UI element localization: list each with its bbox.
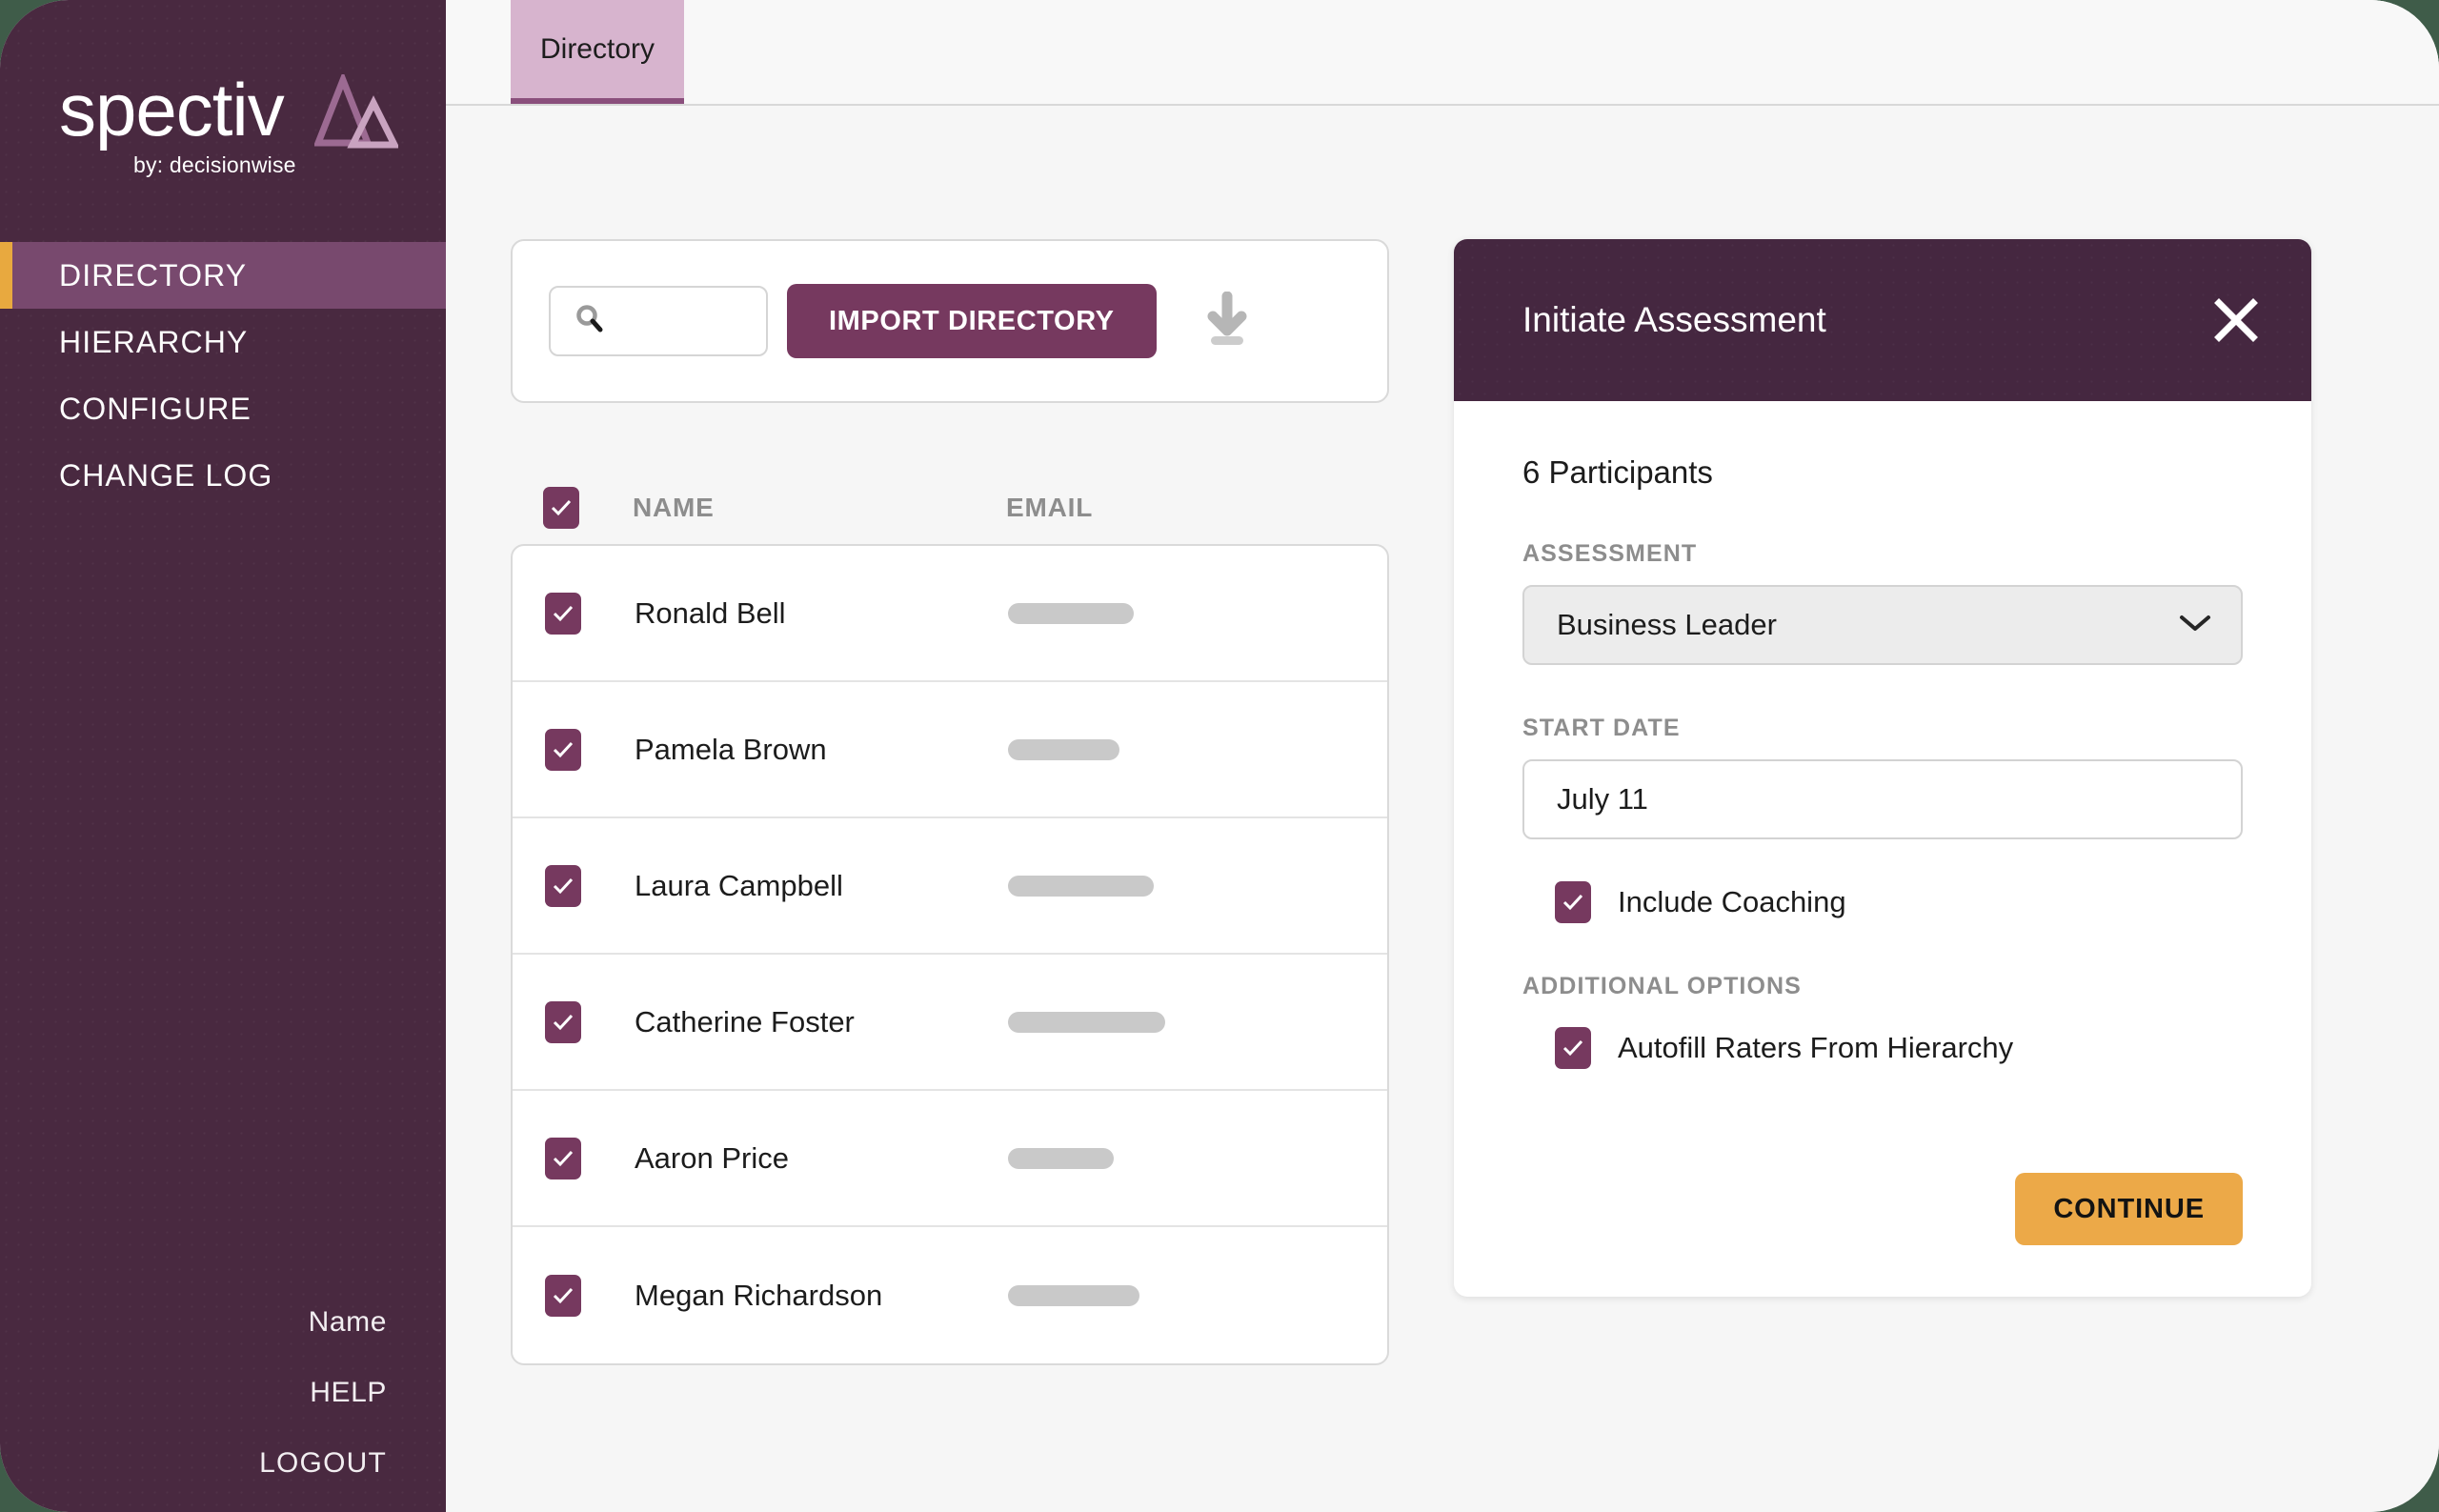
close-icon[interactable] bbox=[2207, 291, 2266, 350]
chevron-down-icon bbox=[2178, 613, 2212, 638]
sidebar-nav: DIRECTORY HIERARCHY CONFIGURE CHANGE LOG bbox=[0, 242, 446, 509]
search-field[interactable] bbox=[549, 286, 768, 356]
help-link[interactable]: HELP bbox=[0, 1379, 387, 1407]
table-row[interactable]: Megan Richardson bbox=[513, 1227, 1387, 1363]
include-coaching-checkbox[interactable] bbox=[1555, 881, 1591, 923]
select-all-checkbox[interactable] bbox=[543, 487, 579, 529]
directory-table: Ronald Bell Pamela Brown Laura Campbell … bbox=[511, 544, 1389, 1365]
app-window: spectiv by: decisionwise DIRECTORY HIERA… bbox=[0, 0, 2439, 1512]
panel-title: Initiate Assessment bbox=[1522, 300, 1826, 339]
row-email bbox=[1008, 602, 1387, 624]
autofill-raters-label: Autofill Raters From Hierarchy bbox=[1618, 1031, 2014, 1064]
autofill-raters-checkbox[interactable] bbox=[1555, 1027, 1591, 1069]
row-email bbox=[1008, 1284, 1387, 1306]
redacted-email bbox=[1008, 1147, 1114, 1169]
additional-options-label: ADDITIONAL OPTIONS bbox=[1522, 973, 1802, 999]
start-date-field[interactable] bbox=[1522, 759, 2243, 839]
redacted-email bbox=[1008, 1284, 1139, 1306]
row-name: Laura Campbell bbox=[635, 868, 843, 902]
brand-name: spectiv bbox=[59, 68, 285, 151]
include-coaching-row[interactable]: Include Coaching bbox=[1522, 881, 2243, 923]
row-name: Aaron Price bbox=[635, 1140, 789, 1175]
start-date-label: START DATE bbox=[1522, 715, 1681, 741]
sidebar-item-directory[interactable]: DIRECTORY bbox=[0, 242, 446, 309]
directory-toolbar: IMPORT DIRECTORY bbox=[511, 239, 1389, 403]
tab-bar: Directory bbox=[446, 0, 2439, 106]
sidebar-item-configure[interactable]: CONFIGURE bbox=[0, 375, 446, 442]
row-name: Pamela Brown bbox=[635, 732, 827, 766]
mountain-icon bbox=[312, 71, 400, 159]
sidebar-item-label: CHANGE LOG bbox=[59, 457, 273, 493]
tab-directory[interactable]: Directory bbox=[511, 0, 684, 104]
column-header-email: EMAIL bbox=[1006, 493, 1094, 522]
import-directory-button[interactable]: IMPORT DIRECTORY bbox=[787, 284, 1157, 358]
row-checkbox[interactable] bbox=[545, 1000, 581, 1043]
include-coaching-label: Include Coaching bbox=[1618, 885, 1846, 918]
panel-header: Initiate Assessment bbox=[1454, 239, 2311, 401]
row-name: Megan Richardson bbox=[635, 1278, 883, 1312]
row-checkbox[interactable] bbox=[545, 1137, 581, 1179]
row-email bbox=[1008, 1011, 1387, 1033]
table-row[interactable]: Aaron Price bbox=[513, 1091, 1387, 1227]
redacted-email bbox=[1008, 602, 1134, 624]
download-icon[interactable] bbox=[1200, 291, 1254, 352]
assessment-selected-value: Business Leader bbox=[1557, 608, 1777, 641]
table-row[interactable]: Catherine Foster bbox=[513, 955, 1387, 1091]
initiate-assessment-panel: Initiate Assessment 6 Participants ASSES… bbox=[1454, 239, 2311, 1297]
redacted-email bbox=[1008, 1011, 1165, 1033]
tab-label: Directory bbox=[539, 32, 655, 65]
row-checkbox[interactable] bbox=[545, 592, 581, 635]
panel-body: 6 Participants ASSESSMENT Business Leade… bbox=[1454, 401, 2311, 1173]
sidebar-item-change-log[interactable]: CHANGE LOG bbox=[0, 442, 446, 509]
search-icon bbox=[574, 303, 606, 340]
redacted-email bbox=[1008, 875, 1154, 897]
column-header-name: NAME bbox=[633, 493, 715, 522]
sidebar-item-label: CONFIGURE bbox=[59, 391, 252, 426]
row-email bbox=[1008, 738, 1387, 760]
continue-button[interactable]: CONTINUE bbox=[2015, 1173, 2243, 1245]
table-header: NAME EMAIL bbox=[511, 472, 1389, 544]
content-region: IMPORT DIRECTORY NAME EMAIL Ronald Bell … bbox=[446, 106, 2439, 1512]
table-row[interactable]: Pamela Brown bbox=[513, 682, 1387, 818]
assessment-select[interactable]: Business Leader bbox=[1522, 585, 2243, 665]
sidebar-footer: Name HELP LOGOUT bbox=[0, 1308, 446, 1512]
start-date-input[interactable] bbox=[1557, 782, 2208, 816]
row-checkbox[interactable] bbox=[545, 1274, 581, 1317]
brand-logo: spectiv by: decisionwise bbox=[59, 68, 400, 177]
user-name: Name bbox=[308, 1306, 387, 1338]
row-checkbox[interactable] bbox=[545, 728, 581, 771]
autofill-raters-row[interactable]: Autofill Raters From Hierarchy bbox=[1522, 1027, 2243, 1069]
directory-column: IMPORT DIRECTORY NAME EMAIL Ronald Bell … bbox=[511, 239, 1389, 1512]
main-area: Directory IMPORT DIRECTORY NAME EMAIL Ro… bbox=[446, 0, 2439, 1512]
row-email bbox=[1008, 1147, 1387, 1169]
search-input[interactable] bbox=[606, 306, 749, 336]
panel-footer: CONTINUE bbox=[1454, 1173, 2311, 1297]
table-row[interactable]: Laura Campbell bbox=[513, 818, 1387, 955]
redacted-email bbox=[1008, 738, 1119, 760]
sidebar-item-label: DIRECTORY bbox=[59, 257, 248, 292]
sidebar-item-hierarchy[interactable]: HIERARCHY bbox=[0, 309, 446, 375]
row-checkbox[interactable] bbox=[545, 864, 581, 907]
table-row[interactable]: Ronald Bell bbox=[513, 546, 1387, 682]
logout-link[interactable]: LOGOUT bbox=[0, 1449, 387, 1478]
row-email bbox=[1008, 875, 1387, 897]
assessment-label: ASSESSMENT bbox=[1522, 540, 1698, 567]
row-name: Catherine Foster bbox=[635, 1004, 855, 1038]
brand-tagline: by: decisionwise bbox=[133, 152, 296, 177]
sidebar-item-label: HIERARCHY bbox=[59, 324, 249, 359]
participants-count: 6 Participants bbox=[1522, 454, 1713, 490]
row-name: Ronald Bell bbox=[635, 595, 786, 630]
sidebar: spectiv by: decisionwise DIRECTORY HIERA… bbox=[0, 0, 446, 1512]
